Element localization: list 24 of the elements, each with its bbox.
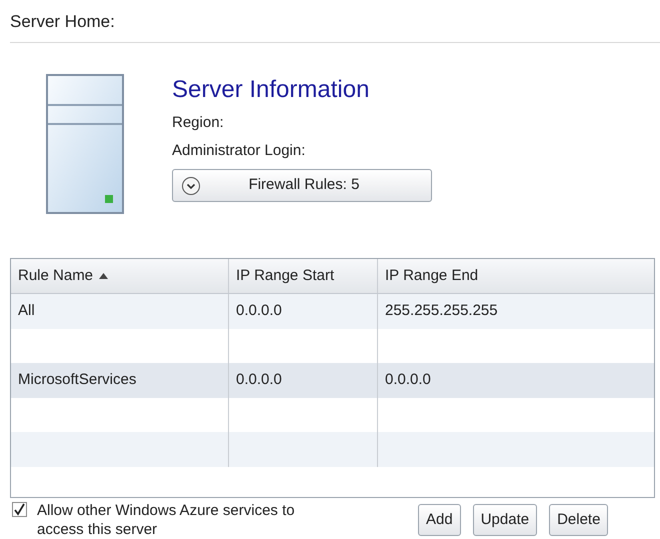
checkbox[interactable] <box>12 502 27 517</box>
table-cell-text: 0.0.0.0 <box>236 301 282 321</box>
action-button[interactable]: Delete <box>549 504 608 536</box>
field-label: Region: <box>172 113 225 133</box>
column-header[interactable]: Rule Name <box>11 259 229 293</box>
column-header[interactable]: IP Range End <box>378 259 654 293</box>
firewall-rules-button[interactable]: Firewall Rules: 5 <box>172 169 432 202</box>
action-button[interactable]: Update <box>472 504 538 536</box>
server-icon <box>46 74 124 214</box>
table-cell-text: All <box>18 301 35 321</box>
table-cell-text: 0.0.0.0 <box>236 370 282 390</box>
page-title: Server Home: <box>10 12 116 33</box>
table-cell-text: 0.0.0.0 <box>385 370 431 390</box>
field-label: Administrator Login: <box>172 141 306 161</box>
chevron-icon <box>181 176 201 196</box>
section-title: Server Information <box>172 75 370 105</box>
checkbox-label: Allow other Windows Azure services to access this server <box>37 501 296 539</box>
table-row[interactable]: MicrosoftServices 0.0.0.0 0.0.0.0 <box>11 363 654 398</box>
action-button[interactable]: Add <box>418 504 461 536</box>
table-cell-text: 255.255.255.255 <box>385 301 498 321</box>
checkmark-icon <box>13 503 26 516</box>
table-cell-text: MicrosoftServices <box>18 370 136 390</box>
column-header[interactable]: IP Range Start <box>229 259 378 293</box>
table-row[interactable]: All 0.0.0.0 255.255.255.255 <box>11 294 654 328</box>
